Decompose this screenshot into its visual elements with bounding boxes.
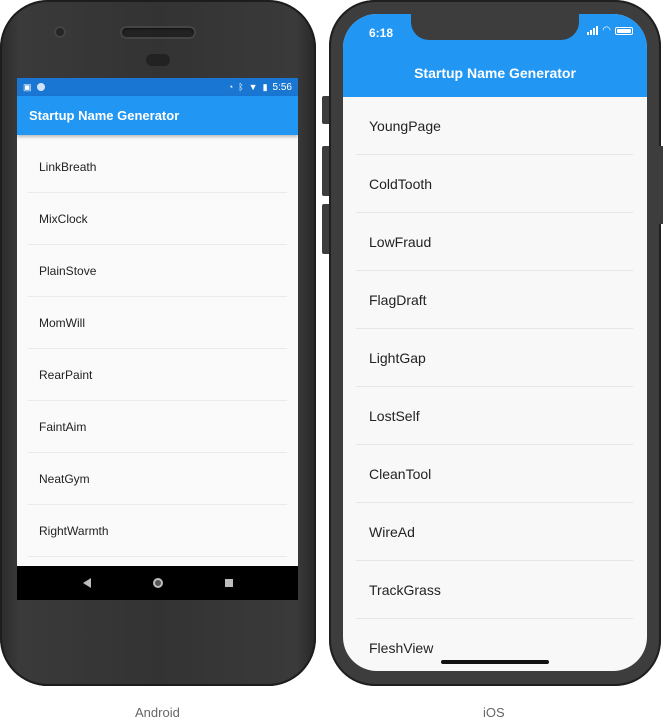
data-saver-icon: ◔ — [227, 81, 234, 92]
list-item-label: MomWill — [39, 315, 85, 330]
list-item[interactable]: CleanTool — [356, 445, 633, 503]
mute-switch — [322, 96, 329, 124]
list-item[interactable]: TrackGrass — [356, 561, 633, 619]
list-item-label: PlainStove — [39, 263, 97, 278]
list-item-label: WireAd — [369, 523, 415, 540]
back-icon[interactable] — [82, 578, 91, 588]
list-item-label: LightGap — [369, 349, 426, 366]
sim-alert-icon: ▣ — [23, 81, 32, 92]
list-item-label: LowFraud — [369, 233, 432, 250]
ios-name-list: YoungPage ColdTooth LowFraud FlagDraft L… — [343, 97, 647, 671]
ios-app-title: Startup Name Generator — [414, 65, 576, 81]
notch — [411, 14, 579, 40]
list-item[interactable]: MixClock — [28, 193, 287, 245]
android-status-time: 5:56 — [272, 81, 292, 93]
android-status-bar: ▣ ◔ ᛒ ▼ ▮ 5:56 — [17, 78, 298, 96]
android-name-list: LinkBreath MixClock PlainStove MomWill R… — [17, 135, 298, 557]
list-item[interactable]: RearPaint — [28, 349, 287, 401]
signal-icon — [587, 26, 599, 35]
ios-screen: 6:18 ◠ Startup Name Generator YoungPage … — [343, 14, 647, 671]
ios-caption: iOS — [483, 705, 505, 720]
bluetooth-icon: ᛒ — [238, 81, 244, 92]
battery-icon: ▮ — [262, 81, 268, 92]
list-item[interactable]: FaintAim — [28, 401, 287, 453]
volume-down-button — [322, 204, 329, 254]
list-item-label: MixClock — [39, 211, 88, 226]
list-item[interactable]: FlagDraft — [356, 271, 633, 329]
list-item[interactable]: YoungPage — [356, 97, 633, 155]
wifi-icon: ▼ — [248, 81, 258, 92]
list-item-label: TrackGrass — [369, 581, 441, 598]
android-screen: ▣ ◔ ᛒ ▼ ▮ 5:56 Startup Name Generator Li… — [17, 78, 298, 600]
home-icon[interactable] — [152, 578, 163, 588]
list-item-label: ColdTooth — [369, 175, 433, 192]
list-item-label: CleanTool — [369, 465, 432, 482]
list-item-label: LinkBreath — [39, 159, 97, 174]
list-item[interactable]: NeatGym — [28, 453, 287, 505]
list-item-label: RightWarmth — [39, 523, 109, 538]
ios-nav-bar: 6:18 ◠ Startup Name Generator — [343, 14, 647, 97]
list-item-label: YoungPage — [369, 117, 441, 134]
list-item-label: FaintAim — [39, 419, 87, 434]
android-navigation-bar — [17, 566, 298, 600]
list-item[interactable]: ColdTooth — [356, 155, 633, 213]
android-app-title: Startup Name Generator — [29, 108, 180, 123]
list-item[interactable]: LinkBreath — [28, 141, 287, 193]
wifi-icon: ◠ — [602, 25, 611, 36]
list-item[interactable]: LowFraud — [356, 213, 633, 271]
side-button — [659, 146, 663, 224]
proximity-sensor — [146, 54, 170, 66]
android-caption: Android — [135, 705, 180, 720]
list-item-label: RearPaint — [39, 367, 93, 382]
front-camera — [54, 26, 66, 38]
volume-up-button — [322, 146, 329, 196]
recents-icon[interactable] — [224, 579, 233, 587]
list-item[interactable]: LightGap — [356, 329, 633, 387]
list-item-label: FleshView — [369, 639, 434, 656]
list-item[interactable]: MomWill — [28, 297, 287, 349]
list-item[interactable]: PlainStove — [28, 245, 287, 297]
ios-status-time: 6:18 — [369, 26, 394, 40]
android-app-bar: Startup Name Generator — [17, 96, 298, 135]
list-item-label: FlagDraft — [369, 291, 427, 308]
list-item[interactable]: RightWarmth — [28, 505, 287, 557]
list-item[interactable]: WireAd — [356, 503, 633, 561]
home-indicator[interactable] — [441, 660, 549, 664]
list-item-label: LostSelf — [369, 407, 420, 424]
earpiece-speaker — [122, 28, 194, 37]
list-item-label: NeatGym — [39, 471, 90, 486]
list-item[interactable]: LostSelf — [356, 387, 633, 445]
notification-dot-icon — [36, 83, 45, 91]
battery-icon — [615, 26, 633, 35]
